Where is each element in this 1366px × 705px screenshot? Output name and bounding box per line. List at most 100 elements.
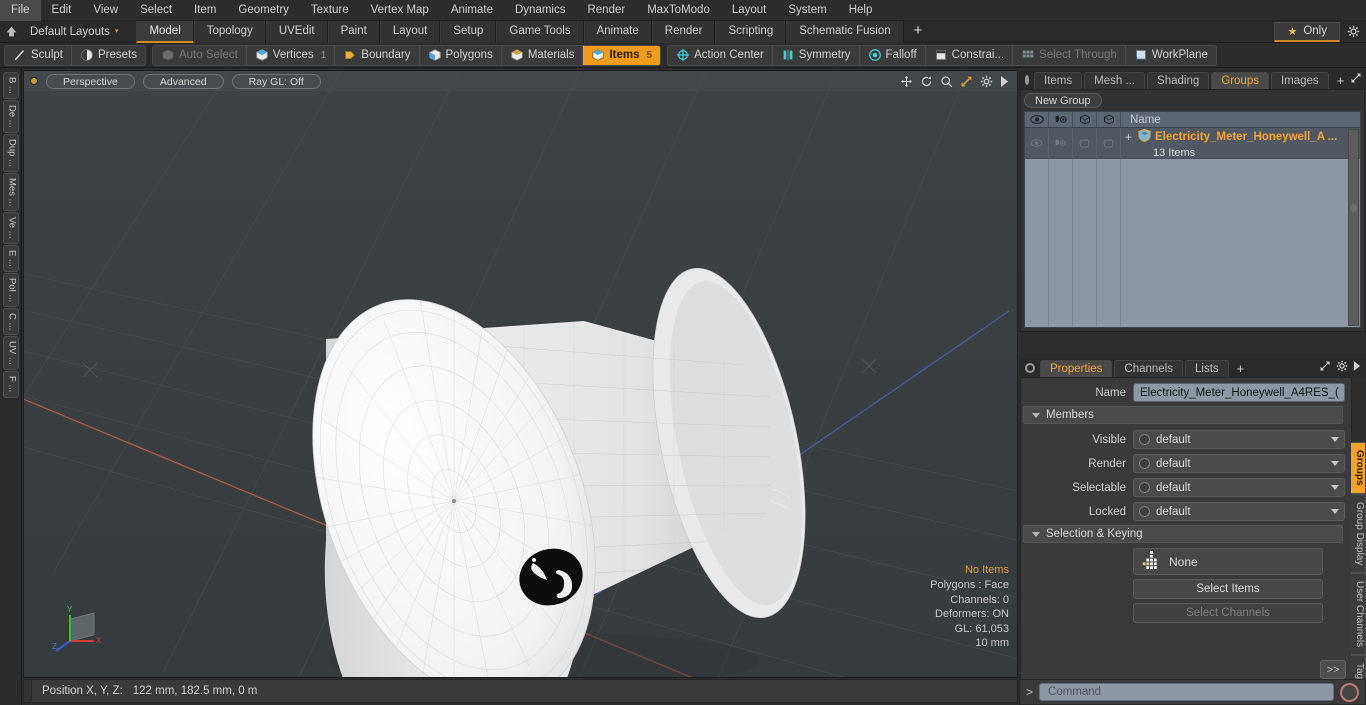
fit-icon[interactable] xyxy=(960,75,973,88)
left-tab-vertex[interactable]: Ve ... xyxy=(2,212,19,244)
tab-setup[interactable]: Setup xyxy=(440,20,497,43)
panel-menu-dot[interactable] xyxy=(1025,75,1029,85)
cube-wire-icon[interactable] xyxy=(1073,112,1097,127)
gear-icon[interactable] xyxy=(1336,360,1348,375)
tab-model[interactable]: Model xyxy=(136,20,194,43)
left-tab-fusion[interactable]: F ... xyxy=(2,371,19,398)
move-icon[interactable] xyxy=(900,75,913,88)
tab-items[interactable]: Items xyxy=(1034,72,1083,89)
tab-channels[interactable]: Channels xyxy=(1114,360,1184,377)
viewport-raygl-selector[interactable]: Ray GL: Off xyxy=(231,73,321,89)
visible-dropdown[interactable]: default xyxy=(1133,430,1345,449)
menu-item-select[interactable]: Select xyxy=(129,0,183,21)
rotate-icon[interactable] xyxy=(920,75,933,88)
tab-paint[interactable]: Paint xyxy=(327,20,380,43)
add-tab-button[interactable]: + xyxy=(904,21,933,43)
expand-icon[interactable] xyxy=(1350,72,1362,87)
tab-images[interactable]: Images xyxy=(1270,72,1329,89)
left-tab-duplicate[interactable]: Dup ... xyxy=(2,133,19,172)
home-icon[interactable] xyxy=(0,21,22,43)
select-items-button[interactable]: Select Items xyxy=(1133,579,1323,599)
new-group-button[interactable]: New Group xyxy=(1024,93,1102,108)
polygons-button[interactable]: Polygons xyxy=(420,45,502,65)
more-options-button[interactable]: >> xyxy=(1320,660,1346,679)
zoom-icon[interactable] xyxy=(940,75,953,88)
left-tab-mesh[interactable]: Mes ... xyxy=(2,172,19,212)
row-name-cell[interactable]: + Electricity_Meter_Honeywell_A ... 13 I… xyxy=(1121,128,1360,159)
menu-item-texture[interactable]: Texture xyxy=(300,0,360,21)
properties-menu-dot[interactable] xyxy=(1025,363,1035,373)
viewport-3d[interactable]: Perspective Advanced Ray GL: Off No Item… xyxy=(23,70,1018,678)
select-through-button[interactable]: Select Through xyxy=(1013,45,1126,65)
left-tab-polygon[interactable]: Pol ... xyxy=(2,272,19,307)
viewport-shading-selector[interactable]: Advanced xyxy=(142,73,224,89)
menu-item-layout[interactable]: Layout xyxy=(721,0,778,21)
materials-button[interactable]: Materials xyxy=(502,45,584,65)
menu-item-item[interactable]: Item xyxy=(183,0,227,21)
symmetry-button[interactable]: Symmetry xyxy=(773,45,860,65)
table-row[interactable]: + Electricity_Meter_Honeywell_A ... 13 I… xyxy=(1025,128,1360,159)
menu-item-edit[interactable]: Edit xyxy=(41,0,83,21)
menu-item-system[interactable]: System xyxy=(777,0,837,21)
menu-item-help[interactable]: Help xyxy=(838,0,884,21)
chevron-right-icon[interactable] xyxy=(1000,75,1009,87)
only-toggle-button[interactable]: ★ Only xyxy=(1274,21,1340,42)
menu-item-animate[interactable]: Animate xyxy=(440,0,504,21)
add-properties-tab-button[interactable]: + xyxy=(1231,361,1251,377)
menu-item-dynamics[interactable]: Dynamics xyxy=(504,0,576,21)
locked-dropdown[interactable]: default xyxy=(1133,502,1345,521)
selectable-dropdown[interactable]: default xyxy=(1133,478,1345,497)
tab-scripting[interactable]: Scripting xyxy=(715,20,787,43)
row-solid-toggle[interactable] xyxy=(1097,128,1121,158)
tab-shading[interactable]: Shading xyxy=(1147,72,1210,89)
tab-topology[interactable]: Topology xyxy=(193,20,266,43)
selection-keying-section-header[interactable]: Selection & Keying xyxy=(1023,525,1343,543)
scrollbar-knob[interactable] xyxy=(1350,204,1357,213)
tab-mesh[interactable]: Mesh ... xyxy=(1084,72,1146,89)
eye-icon[interactable] xyxy=(1025,112,1049,127)
tab-properties[interactable]: Properties xyxy=(1040,360,1113,377)
row-render-toggle[interactable] xyxy=(1049,128,1073,158)
render-visibility-icon[interactable] xyxy=(1049,112,1073,127)
menu-item-vertex-map[interactable]: Vertex Map xyxy=(360,0,440,21)
tab-uvedit[interactable]: UVEdit xyxy=(265,20,328,43)
items-button[interactable]: Items 5 xyxy=(583,45,661,65)
cube-solid-icon[interactable] xyxy=(1097,112,1121,127)
constraint-button[interactable]: Constrai... xyxy=(926,45,1014,65)
gear-icon[interactable] xyxy=(1340,21,1366,43)
left-tab-curve[interactable]: C ... xyxy=(2,307,19,336)
viewport-menu-dot[interactable] xyxy=(30,77,38,85)
tree-vertical-scrollbar[interactable] xyxy=(1348,129,1359,326)
row-expander[interactable]: + xyxy=(1125,130,1134,144)
right-tab-group-display[interactable]: Group Display xyxy=(1351,493,1366,573)
boundary-button[interactable]: Boundary xyxy=(335,45,420,65)
right-tab-groups[interactable]: Groups xyxy=(1351,442,1366,494)
left-tab-deform[interactable]: De ... xyxy=(2,99,19,133)
layout-preset-selector[interactable]: Default Layouts ▾ xyxy=(22,21,126,43)
members-section-header[interactable]: Members xyxy=(1023,406,1343,424)
left-tab-basic[interactable]: B ... xyxy=(2,72,19,99)
tab-render[interactable]: Render xyxy=(651,20,716,43)
menu-item-view[interactable]: View xyxy=(82,0,129,21)
expand-icon[interactable] xyxy=(1319,360,1331,375)
falloff-button[interactable]: Falloff xyxy=(860,45,926,65)
presets-button[interactable]: Presets xyxy=(72,46,145,65)
menu-item-maxtomodo[interactable]: MaxToModo xyxy=(636,0,721,21)
tab-animate[interactable]: Animate xyxy=(583,20,652,43)
name-field[interactable]: Electricity_Meter_Honeywell_A4RES_( xyxy=(1133,383,1345,402)
keying-selector[interactable]: None xyxy=(1133,548,1323,575)
menu-item-geometry[interactable]: Geometry xyxy=(227,0,300,21)
tab-game-tools[interactable]: Game Tools xyxy=(496,20,584,43)
record-icon[interactable] xyxy=(1340,682,1359,702)
render-dropdown[interactable]: default xyxy=(1133,454,1345,473)
sculpt-button[interactable]: Sculpt xyxy=(5,45,72,65)
action-center-button[interactable]: Action Center xyxy=(668,45,773,65)
gear-icon[interactable] xyxy=(980,75,993,88)
left-tab-uv[interactable]: UV ... xyxy=(2,336,19,371)
auto-select-button[interactable]: Auto Select xyxy=(153,45,247,65)
tab-groups[interactable]: Groups xyxy=(1211,72,1269,89)
menu-item-render[interactable]: Render xyxy=(576,0,636,21)
menu-item-file[interactable]: File xyxy=(0,0,41,21)
group-tree-body[interactable]: + Electricity_Meter_Honeywell_A ... 13 I… xyxy=(1024,128,1361,328)
workplane-button[interactable]: WorkPlane xyxy=(1126,46,1216,65)
